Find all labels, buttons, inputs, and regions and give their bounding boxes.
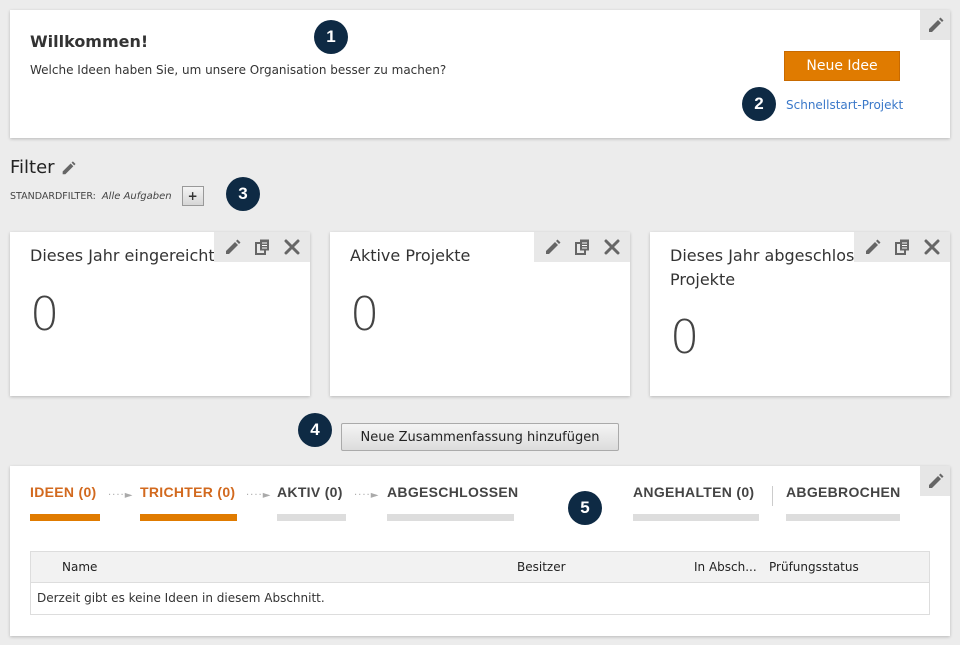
callout-badge-4: 4: [298, 413, 332, 447]
copy-icon: [895, 238, 910, 255]
pencil-icon: [866, 239, 881, 254]
pencil-icon: [929, 473, 944, 488]
callout-badge-1: 1: [314, 20, 348, 54]
tab-aktiv-bar: [277, 514, 346, 521]
pencil-icon[interactable]: [60, 160, 76, 176]
summary-tile-submitted-ideas: Dieses Jahr eingereichte Ideen 0: [10, 232, 310, 396]
tab-aktiv[interactable]: AKTIV (0): [277, 484, 343, 500]
remove-tile-button[interactable]: [922, 237, 942, 257]
tile-toolbar: [854, 232, 950, 262]
column-review-status[interactable]: Prüfungsstatus: [769, 560, 859, 574]
welcome-title: Willkommen!: [30, 32, 149, 51]
column-in-section[interactable]: In Absch...: [694, 560, 757, 574]
tile-value: 0: [350, 287, 380, 341]
tile-toolbar: [534, 232, 630, 262]
filter-title: Filter: [10, 157, 55, 178]
remove-tile-button[interactable]: [602, 237, 622, 257]
edit-tile-button[interactable]: [542, 237, 562, 257]
ideas-table: Name Besitzer In Absch... Prüfungsstatus…: [30, 551, 930, 615]
standard-filter-label: STANDARDFILTER:: [10, 190, 96, 202]
table-header: Name Besitzer In Absch... Prüfungsstatus: [31, 552, 929, 583]
tile-value: 0: [670, 310, 700, 364]
tab-abgeschlossen-bar: [387, 514, 514, 521]
callout-badge-3: 3: [226, 177, 260, 211]
copy-tile-button[interactable]: [572, 237, 592, 257]
standard-filter-row: STANDARDFILTER: Alle Aufgaben +: [10, 186, 204, 206]
edit-tile-button[interactable]: [222, 237, 242, 257]
pencil-icon: [929, 17, 944, 32]
tile-title: Aktive Projekte: [350, 246, 471, 265]
tab-abgebrochen-bar: [786, 514, 900, 521]
summary-tile-active-projects: Aktive Projekte 0: [330, 232, 630, 396]
welcome-card: Willkommen! Welche Ideen haben Sie, um u…: [10, 10, 950, 138]
pipeline-edit-button[interactable]: [920, 466, 950, 496]
empty-message: Derzeit gibt es keine Ideen in diesem Ab…: [37, 591, 325, 605]
tab-trichter[interactable]: TRICHTER (0): [140, 484, 235, 500]
add-filter-button[interactable]: +: [181, 186, 204, 206]
tab-abgeschlossen[interactable]: ABGESCHLOSSEN: [387, 484, 518, 500]
tab-ideen[interactable]: IDEEN (0): [30, 484, 97, 500]
tab-angehalten[interactable]: ANGEHALTEN (0): [633, 484, 754, 500]
tile-value: 0: [30, 287, 60, 341]
column-owner[interactable]: Besitzer: [517, 560, 566, 574]
tab-abgebrochen[interactable]: ABGEBROCHEN: [786, 484, 901, 500]
standard-filter-value: Alle Aufgaben: [101, 190, 172, 202]
tile-toolbar: [214, 232, 310, 262]
edit-tile-button[interactable]: [862, 237, 882, 257]
welcome-edit-button[interactable]: [920, 10, 950, 40]
copy-tile-button[interactable]: [252, 237, 272, 257]
close-icon: [924, 239, 940, 255]
filter-heading: Filter: [10, 157, 76, 178]
copy-tile-button[interactable]: [892, 237, 912, 257]
pencil-icon: [546, 239, 561, 254]
quickstart-link[interactable]: Schnellstart-Projekt: [786, 98, 903, 112]
close-icon: [284, 239, 300, 255]
tab-trichter-bar: [140, 514, 237, 521]
summary-tile-completed-projects: Dieses Jahr abgeschlossene Projekte 0: [650, 232, 950, 396]
copy-icon: [255, 238, 270, 255]
arrow-icon: ····►: [354, 490, 380, 501]
close-icon: [604, 239, 620, 255]
new-idea-button[interactable]: Neue Idee: [784, 51, 900, 81]
pipeline-card: IDEEN (0) ····► TRICHTER (0) ····► AKTIV…: [10, 466, 950, 636]
add-summary-button[interactable]: Neue Zusammenfassung hinzufügen: [341, 423, 619, 451]
pencil-icon: [226, 239, 241, 254]
copy-icon: [575, 238, 590, 255]
arrow-icon: ····►: [246, 490, 272, 501]
welcome-subtitle: Welche Ideen haben Sie, um unsere Organi…: [30, 63, 447, 77]
arrow-icon: ····►: [108, 490, 134, 501]
tab-ideen-bar: [30, 514, 100, 521]
callout-badge-2: 2: [742, 87, 776, 121]
tab-angehalten-bar: [633, 514, 759, 521]
remove-tile-button[interactable]: [282, 237, 302, 257]
column-name[interactable]: Name: [62, 560, 97, 574]
tab-divider: [772, 486, 773, 506]
callout-badge-5: 5: [568, 491, 602, 525]
